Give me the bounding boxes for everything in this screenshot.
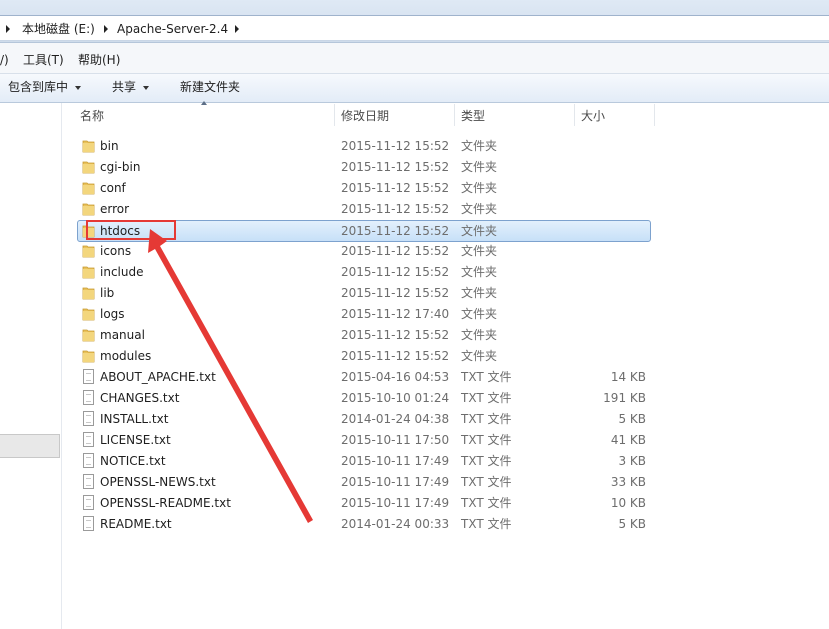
- annotation-arrow: [148, 229, 313, 523]
- annotation-arrow-body: [148, 229, 313, 523]
